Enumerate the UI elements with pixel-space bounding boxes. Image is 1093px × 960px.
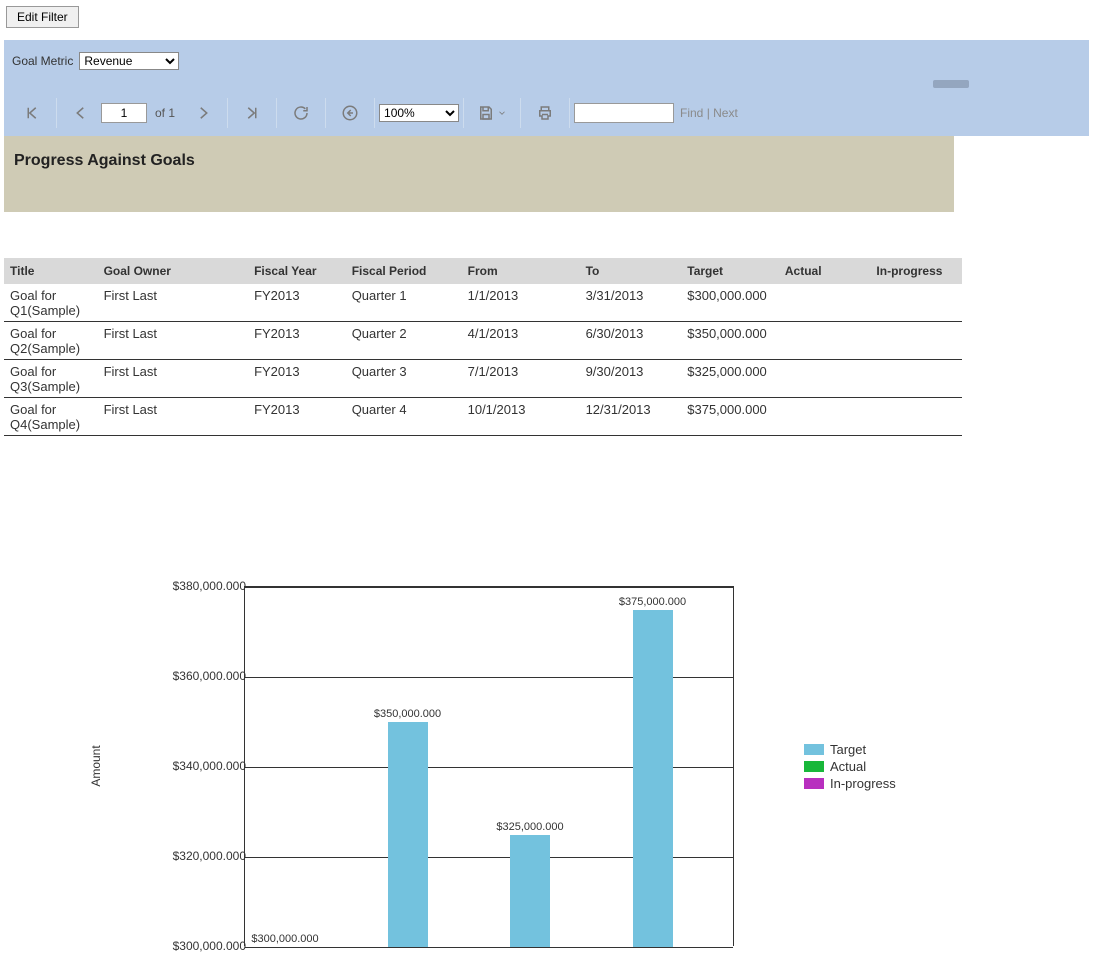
table-cell: FY2013 — [248, 284, 346, 322]
table-cell — [779, 322, 871, 360]
table-cell: 4/1/2013 — [462, 322, 580, 360]
bar-value-label: $300,000.000 — [251, 933, 318, 945]
column-header: In-progress — [870, 258, 962, 284]
legend-item: In-progress — [804, 776, 896, 791]
table-cell — [779, 398, 871, 436]
legend-item: Target — [804, 742, 896, 757]
table-cell — [779, 284, 871, 322]
y-tick-label: $380,000.000 — [173, 579, 246, 593]
find-next-button[interactable]: Find | Next — [680, 106, 738, 120]
gridline — [245, 947, 733, 948]
table-cell: $325,000.000 — [681, 360, 779, 398]
table-cell: 10/1/2013 — [462, 398, 580, 436]
column-header: Title — [4, 258, 98, 284]
bar-target — [633, 610, 673, 948]
legend-swatch — [804, 778, 824, 789]
bar-target — [388, 722, 428, 947]
table-cell: 9/30/2013 — [580, 360, 682, 398]
column-header: From — [462, 258, 580, 284]
table-cell: First Last — [98, 284, 249, 322]
table-cell: Quarter 2 — [346, 322, 462, 360]
parameter-bar: Goal Metric Revenue — [4, 40, 1089, 82]
table-cell: 7/1/2013 — [462, 360, 580, 398]
column-header: Target — [681, 258, 779, 284]
splitter-grip[interactable] — [933, 80, 969, 88]
table-row: Goal for Q1(Sample)First LastFY2013Quart… — [4, 284, 962, 322]
goals-chart: Amount $300,000.000 $350,000.000 $325,000.… — [4, 576, 744, 956]
table-cell — [779, 360, 871, 398]
table-cell: 3/31/2013 — [580, 284, 682, 322]
table-cell: Goal for Q2(Sample) — [4, 322, 98, 360]
table-cell — [870, 284, 962, 322]
y-axis-label: Amount — [89, 745, 103, 786]
save-button[interactable] — [468, 104, 516, 122]
y-tick-label: $340,000.000 — [173, 759, 246, 773]
print-icon[interactable] — [525, 98, 565, 128]
report-title: Progress Against Goals — [14, 152, 944, 170]
table-cell — [870, 322, 962, 360]
table-cell: First Last — [98, 360, 249, 398]
table-cell: Goal for Q1(Sample) — [4, 284, 98, 322]
page-of-label: of 1 — [155, 106, 175, 120]
table-row: Goal for Q3(Sample)First LastFY2013Quart… — [4, 360, 962, 398]
legend-label: Target — [830, 742, 866, 757]
back-icon[interactable] — [330, 98, 370, 128]
table-cell: Quarter 1 — [346, 284, 462, 322]
legend-label: Actual — [830, 759, 866, 774]
last-page-icon[interactable] — [232, 98, 272, 128]
y-tick-label: $320,000.000 — [173, 849, 246, 863]
chevron-down-icon — [497, 108, 507, 118]
goals-table: TitleGoal OwnerFiscal YearFiscal PeriodF… — [4, 258, 962, 436]
table-cell — [870, 398, 962, 436]
y-tick-label: $360,000.000 — [173, 669, 246, 683]
table-cell: $350,000.000 — [681, 322, 779, 360]
legend-label: In-progress — [830, 776, 896, 791]
refresh-icon[interactable] — [281, 98, 321, 128]
next-page-icon[interactable] — [183, 98, 223, 128]
report-header: Progress Against Goals — [4, 136, 954, 212]
search-input[interactable] — [574, 103, 674, 123]
table-cell: FY2013 — [248, 360, 346, 398]
bar-target — [510, 835, 550, 948]
table-cell: First Last — [98, 322, 249, 360]
table-cell: Quarter 3 — [346, 360, 462, 398]
table-cell: 12/31/2013 — [580, 398, 682, 436]
edit-filter-button[interactable]: Edit Filter — [6, 6, 79, 28]
table-row: Goal for Q2(Sample)First LastFY2013Quart… — [4, 322, 962, 360]
table-cell: 6/30/2013 — [580, 322, 682, 360]
column-header: Fiscal Year — [248, 258, 346, 284]
y-tick-label: $300,000.000 — [173, 939, 246, 953]
bar-value-label: $325,000.000 — [496, 821, 563, 833]
table-cell: FY2013 — [248, 322, 346, 360]
table-cell: $375,000.000 — [681, 398, 779, 436]
column-header: Actual — [779, 258, 871, 284]
legend-item: Actual — [804, 759, 896, 774]
table-row: Goal for Q4(Sample)First LastFY2013Quart… — [4, 398, 962, 436]
table-cell — [870, 360, 962, 398]
table-cell: 1/1/2013 — [462, 284, 580, 322]
toolbar-separator — [4, 82, 1089, 90]
bar-value-label: $375,000.000 — [619, 596, 686, 608]
goal-metric-select[interactable]: Revenue — [79, 52, 179, 70]
column-header: Goal Owner — [98, 258, 249, 284]
first-page-icon[interactable] — [12, 98, 52, 128]
column-header: Fiscal Period — [346, 258, 462, 284]
prev-page-icon[interactable] — [61, 98, 101, 128]
column-header: To — [580, 258, 682, 284]
report-toolbar: of 1 100% Find | Next — [4, 90, 1089, 136]
zoom-select[interactable]: 100% — [379, 104, 459, 122]
table-cell: Goal for Q4(Sample) — [4, 398, 98, 436]
table-cell: First Last — [98, 398, 249, 436]
table-cell: $300,000.000 — [681, 284, 779, 322]
gridline — [245, 587, 733, 588]
page-number-input[interactable] — [101, 103, 147, 123]
chart-legend: Target Actual In-progress — [804, 740, 896, 793]
bar-value-label: $350,000.000 — [374, 708, 441, 720]
legend-swatch — [804, 744, 824, 755]
table-cell: FY2013 — [248, 398, 346, 436]
goal-metric-label: Goal Metric — [12, 54, 73, 68]
table-cell: Quarter 4 — [346, 398, 462, 436]
legend-swatch — [804, 761, 824, 772]
table-cell: Goal for Q3(Sample) — [4, 360, 98, 398]
